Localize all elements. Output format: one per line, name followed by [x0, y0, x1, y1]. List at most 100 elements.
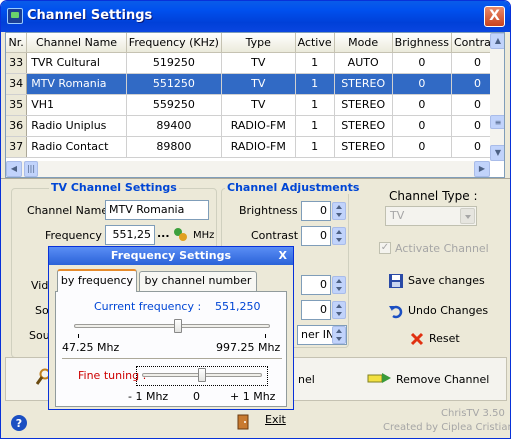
frequency-browse-button[interactable]: ... — [157, 227, 170, 240]
cell-active: 1 — [295, 52, 335, 74]
version-text: ChrisTV 3.50 — [441, 408, 505, 419]
fine-tuning-slider-thumb[interactable] — [198, 368, 206, 382]
cell-type: RADIO-FM — [221, 115, 296, 137]
sound-label-partial: So — [35, 304, 49, 317]
cell-brightness: 0 — [392, 73, 452, 95]
cell-name: MTV Romania — [26, 73, 127, 95]
col-header-type[interactable]: Type — [221, 33, 296, 53]
source-label-partial: Sou — [29, 329, 50, 342]
table-row[interactable]: 33 TVR Cultural 519250 TV 1 AUTO 0 0 — [6, 52, 504, 74]
frequency-slider-thumb[interactable] — [173, 319, 182, 333]
window-title: Channel Settings — [27, 8, 153, 23]
dialog-close-button[interactable]: X — [279, 247, 287, 265]
frequency-settings-dialog: Frequency Settings X by frequency by cha… — [48, 246, 294, 410]
vertical-scrollbar[interactable]: ▲ ≡ ▼ — [490, 33, 504, 161]
cell-brightness: 0 — [392, 94, 452, 116]
col-header-name[interactable]: Channel Name — [26, 33, 127, 53]
channel-name-input[interactable]: MTV Romania — [105, 200, 209, 220]
scroll-thumb[interactable]: ≡ — [490, 115, 504, 129]
cell-frequency: 559250 — [126, 94, 222, 116]
horizontal-scrollbar[interactable]: ◀ ||| ▶ — [6, 161, 490, 177]
table-row-selected[interactable]: 34 MTV Romania 551250 TV 1 STEREO 0 0 — [6, 73, 504, 95]
slider-min-label: 47.25 Mhz — [62, 341, 120, 354]
frequency-tool-icon[interactable] — [172, 225, 188, 243]
scroll-left-button[interactable]: ◀ — [6, 161, 22, 177]
channel-type-value: TV — [390, 209, 405, 222]
brightness-input[interactable]: 0 — [301, 201, 331, 221]
cell-brightness: 0 — [392, 136, 452, 158]
table-header-row: Nr. Channel Name Frequency (KHz) Type Ac… — [6, 33, 504, 53]
channel-name-label: Channel Name : — [27, 204, 116, 217]
exit-button[interactable]: Exit — [265, 413, 286, 426]
table-row[interactable]: 36 Radio Uniplus 89400 RADIO-FM 1 STEREO… — [6, 115, 504, 137]
cell-name: VH1 — [26, 94, 127, 116]
cell-type: TV — [221, 94, 296, 116]
panel-divider — [62, 358, 282, 359]
tab-by-channel-number[interactable]: by channel number — [139, 271, 257, 291]
col-header-frequency[interactable]: Frequency (KHz) — [126, 33, 222, 53]
contrast-spinner[interactable] — [332, 227, 346, 245]
brightness-spinner[interactable] — [332, 202, 346, 220]
table-row[interactable]: 37 Radio Contact 89800 RADIO-FM 1 STEREO… — [6, 136, 504, 158]
frequency-input[interactable]: 551,25 — [105, 225, 155, 245]
cell-type: TV — [221, 73, 296, 95]
activate-channel-checkbox[interactable]: ✓ — [379, 242, 391, 254]
channel-type-select[interactable]: TV — [385, 206, 477, 226]
exit-door-icon[interactable] — [234, 412, 254, 432]
slider-max-label: 997.25 Mhz — [216, 341, 281, 354]
cell-frequency: 519250 — [126, 52, 222, 74]
save-changes-button[interactable]: Save changes — [408, 274, 485, 287]
cell-mode: STEREO — [334, 115, 393, 137]
scroll-down-button[interactable]: ▼ — [490, 145, 504, 161]
cell-nr: 33 — [6, 52, 28, 74]
channel-type-label: Channel Type : — [389, 189, 478, 203]
col-header-brightness[interactable]: Brighness — [392, 33, 452, 53]
cell-active: 1 — [295, 136, 335, 158]
cell-name: Radio Contact — [26, 136, 127, 158]
scroll-up-button[interactable]: ▲ — [490, 33, 504, 49]
tab-panel: Current frequency : 551,250 47.25 Mhz 99… — [55, 291, 287, 407]
cell-nr: 37 — [6, 136, 28, 158]
col-header-nr[interactable]: Nr. — [6, 33, 28, 53]
remove-channel-icon — [367, 369, 393, 387]
cell-nr: 36 — [6, 115, 28, 137]
title-bar[interactable]: Channel Settings X — [1, 1, 510, 32]
cell-name: Radio Uniplus — [26, 115, 127, 137]
chevron-down-icon[interactable] — [460, 208, 475, 224]
channel-button-partial[interactable]: nel — [298, 373, 315, 386]
cell-mode: STEREO — [334, 94, 393, 116]
tv-channel-settings-title: TV Channel Settings — [49, 181, 179, 194]
cell-frequency: 89800 — [126, 136, 222, 158]
adjust-spinner-3[interactable] — [332, 276, 346, 294]
undo-changes-button[interactable]: Undo Changes — [408, 304, 488, 317]
fine-max-label: + 1 Mhz — [230, 390, 276, 403]
tuner-dropdown-arrow[interactable] — [332, 326, 346, 344]
frequency-slider-track[interactable] — [74, 324, 270, 328]
help-icon[interactable]: ? — [11, 415, 27, 431]
fine-min-label: - 1 Mhz — [128, 390, 169, 403]
scroll-right-button[interactable]: ▶ — [474, 161, 490, 177]
fine-mid-label: 0 — [193, 390, 200, 403]
table-row[interactable]: 35 VH1 559250 TV 1 STEREO 0 0 — [6, 94, 504, 116]
reset-button[interactable]: Reset — [429, 332, 460, 345]
adjust-input-4[interactable]: 0 — [301, 300, 331, 320]
cell-active: 1 — [295, 73, 335, 95]
cell-active: 1 — [295, 94, 335, 116]
hscroll-thumb[interactable]: ||| — [24, 161, 38, 177]
tab-by-frequency[interactable]: by frequency — [57, 269, 137, 292]
cell-active: 1 — [295, 115, 335, 137]
channel-table[interactable]: Nr. Channel Name Frequency (KHz) Type Ac… — [5, 32, 505, 178]
adjust-input-3[interactable]: 0 — [301, 275, 331, 295]
contrast-input[interactable]: 0 — [301, 226, 331, 246]
remove-channel-button[interactable]: Remove Channel — [396, 373, 489, 386]
dialog-title[interactable]: Frequency Settings — [49, 247, 293, 265]
tv-app-icon — [7, 8, 23, 24]
adjust-spinner-4[interactable] — [332, 301, 346, 319]
cell-mode: STEREO — [334, 136, 393, 158]
cell-frequency: 551250 — [126, 73, 222, 95]
contrast-label: Contrast : — [251, 229, 306, 242]
col-header-mode[interactable]: Mode — [334, 33, 393, 53]
frequency-label: Frequency : — [45, 229, 110, 242]
col-header-active[interactable]: Active — [295, 33, 335, 53]
close-button[interactable]: X — [484, 6, 505, 27]
